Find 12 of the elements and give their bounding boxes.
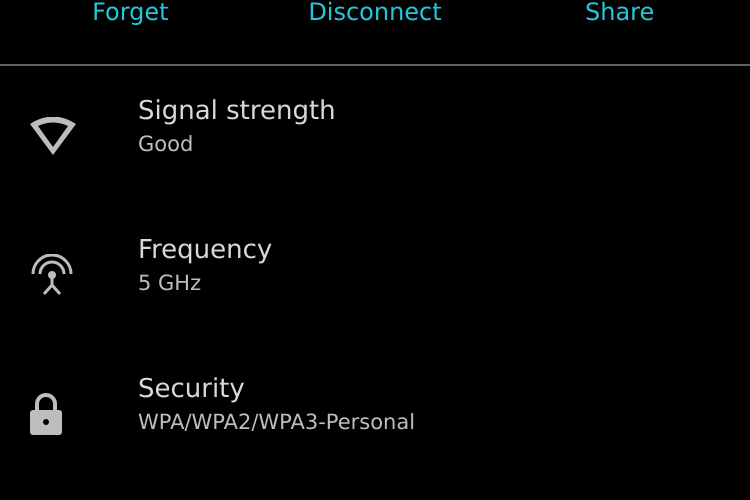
detail-title: Frequency [138, 234, 272, 264]
detail-title: Security [138, 374, 246, 404]
lock-icon [30, 392, 62, 434]
antenna-icon [30, 254, 74, 296]
action-button[interactable]: Disconnect [308, 0, 442, 24]
action-button[interactable]: Share [585, 0, 654, 24]
wifi-icon [30, 116, 76, 154]
detail-title: Signal strength [138, 96, 336, 126]
detail-value: Good [138, 132, 194, 156]
detail-value: WPA/WPA2/WPA3-Personal [138, 410, 416, 434]
action-button[interactable]: Forget [92, 0, 169, 24]
detail-value: 5 GHz [138, 270, 202, 294]
